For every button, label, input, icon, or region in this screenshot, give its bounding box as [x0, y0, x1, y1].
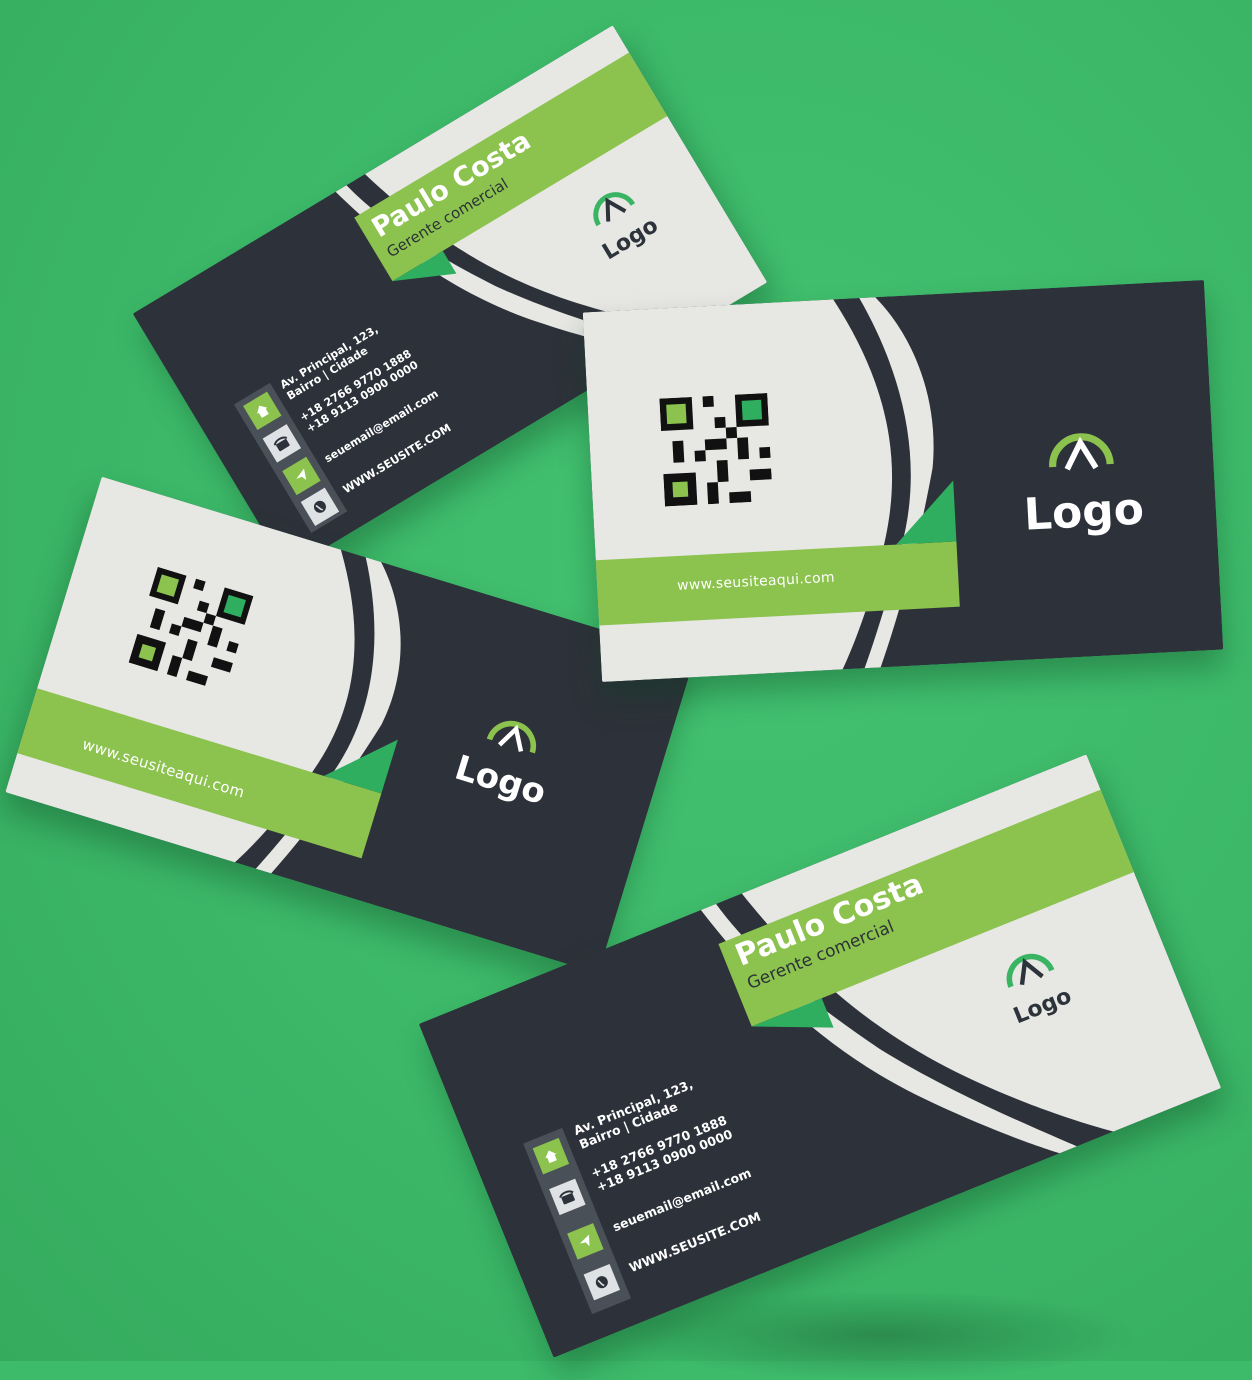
send-icon — [282, 456, 321, 496]
home-icon — [532, 1137, 570, 1175]
phone-icon — [262, 424, 302, 463]
logo-mark-icon — [1049, 433, 1114, 471]
logo: Logo — [1009, 413, 1155, 541]
send-icon — [567, 1223, 604, 1260]
qr-code-icon — [659, 392, 772, 507]
home-icon — [243, 391, 282, 431]
globe-icon — [583, 1263, 621, 1301]
floor-shadow — [620, 1290, 1140, 1380]
phone-icon — [549, 1178, 586, 1216]
logo-text: Logo — [1022, 483, 1146, 541]
business-card-back-right: www.seusiteaqui.com Logo — [582, 279, 1224, 683]
